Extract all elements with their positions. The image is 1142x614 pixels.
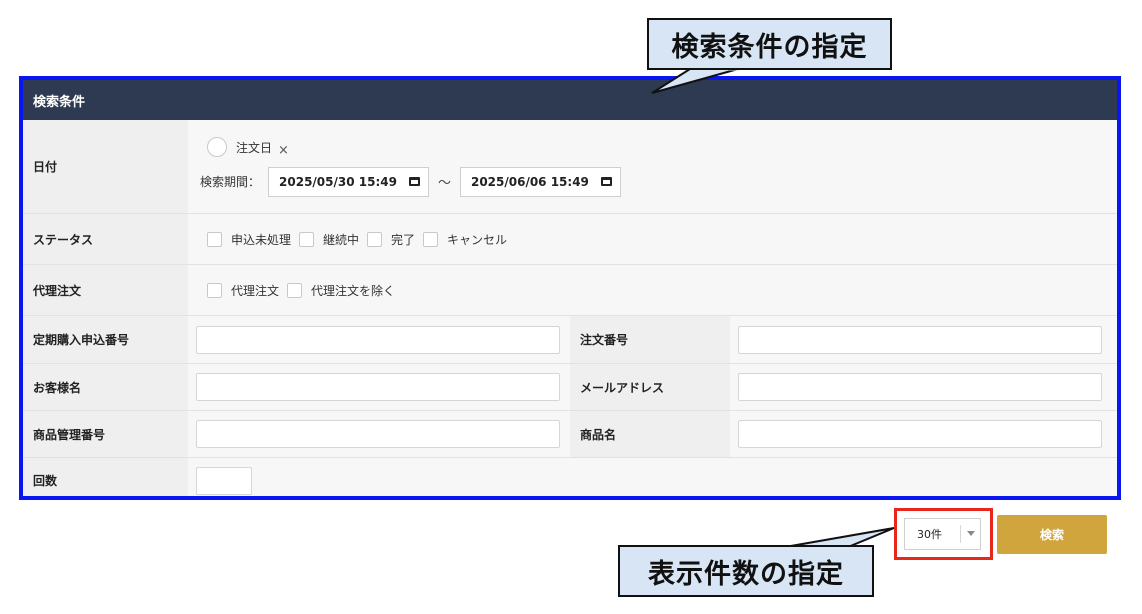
callout-display-count: 表示件数の指定 [618,545,874,597]
callout-pointer-bottom [784,527,895,549]
callout-search-conditions: 検索条件の指定 [647,18,892,70]
